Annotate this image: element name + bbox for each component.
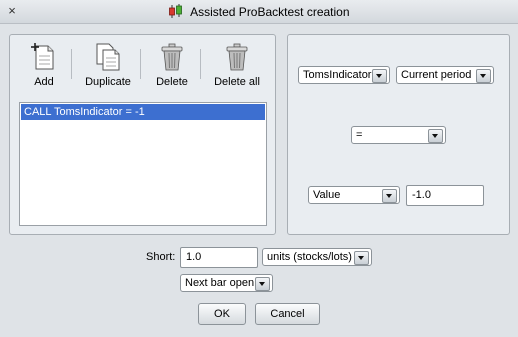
delete-button[interactable]: Delete bbox=[148, 39, 196, 88]
add-button[interactable]: Add bbox=[21, 39, 67, 88]
operator-select-value: = bbox=[356, 129, 363, 141]
conditions-panel: Add Duplicate Delete Delete all CALL Tom… bbox=[9, 34, 276, 235]
duplicate-button-label: Duplicate bbox=[85, 76, 131, 88]
chevron-down-icon[interactable] bbox=[354, 251, 369, 265]
compare-value-input[interactable]: -1.0 bbox=[406, 185, 484, 206]
chevron-down-icon[interactable] bbox=[428, 129, 443, 143]
units-select-value: units (stocks/lots) bbox=[267, 251, 352, 263]
duplicate-button[interactable]: Duplicate bbox=[80, 39, 136, 88]
toolbar-separator bbox=[200, 49, 201, 79]
operator-select[interactable]: = bbox=[351, 126, 446, 144]
short-quantity-value: 1.0 bbox=[186, 251, 202, 263]
chevron-down-icon[interactable] bbox=[255, 277, 270, 291]
add-button-label: Add bbox=[34, 76, 54, 88]
trash-can-icon bbox=[148, 43, 196, 74]
execution-timing-select-value: Next bar open bbox=[185, 277, 255, 289]
indicator-select[interactable]: TomsIndicator bbox=[298, 66, 390, 84]
chevron-down-icon[interactable] bbox=[382, 189, 397, 203]
chevron-down-icon[interactable] bbox=[372, 69, 387, 83]
execution-timing-select[interactable]: Next bar open bbox=[180, 274, 273, 292]
delete-all-button-label: Delete all bbox=[214, 76, 260, 88]
short-quantity-input[interactable]: 1.0 bbox=[180, 247, 258, 268]
conditions-list[interactable]: CALL TomsIndicator = -1 bbox=[19, 102, 267, 226]
compare-type-select[interactable]: Value bbox=[308, 186, 400, 204]
period-select[interactable]: Current period bbox=[396, 66, 494, 84]
trash-can-icon bbox=[208, 43, 266, 74]
short-label: Short: bbox=[146, 251, 176, 263]
indicator-select-value: TomsIndicator bbox=[303, 69, 372, 81]
window-title: Assisted ProBacktest creation bbox=[190, 5, 350, 20]
chevron-down-icon[interactable] bbox=[476, 69, 491, 83]
title-bar: × Assisted ProBacktest creation bbox=[0, 0, 518, 24]
cancel-button[interactable]: Cancel bbox=[255, 303, 320, 325]
add-document-icon bbox=[21, 43, 67, 74]
delete-all-button[interactable]: Delete all bbox=[208, 39, 266, 88]
duplicate-documents-icon bbox=[80, 43, 136, 74]
period-select-value: Current period bbox=[401, 69, 472, 81]
condition-editor-panel: TomsIndicator Current period = Value -1.… bbox=[287, 34, 510, 235]
list-item[interactable]: CALL TomsIndicator = -1 bbox=[21, 104, 265, 120]
window-title-wrap: Assisted ProBacktest creation bbox=[0, 4, 518, 22]
candlestick-app-icon bbox=[168, 4, 184, 22]
units-select[interactable]: units (stocks/lots) bbox=[262, 248, 372, 266]
compare-value-text: -1.0 bbox=[412, 189, 431, 201]
compare-type-select-value: Value bbox=[313, 189, 341, 201]
toolbar-separator bbox=[140, 49, 141, 79]
delete-button-label: Delete bbox=[156, 76, 188, 88]
ok-button[interactable]: OK bbox=[198, 303, 246, 325]
toolbar-separator bbox=[71, 49, 72, 79]
